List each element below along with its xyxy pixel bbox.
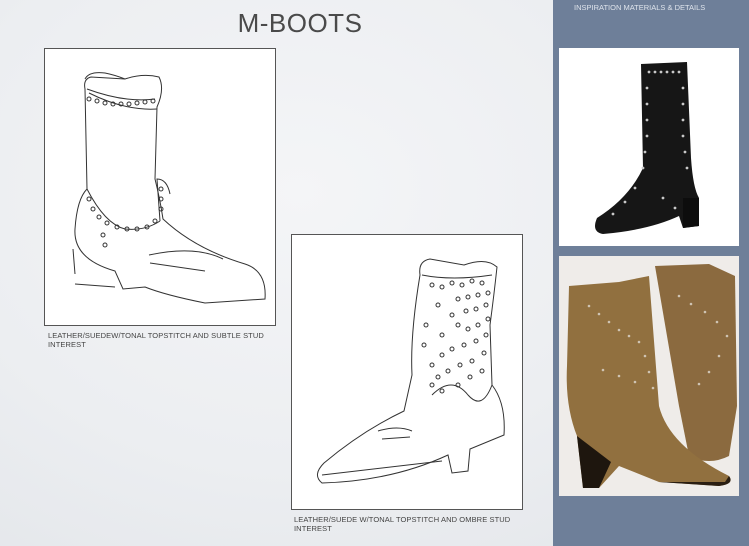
boot-sketch-2-drawing [317,258,505,484]
inspiration-panel: INSPIRATION MATERIALS & DETAILS [553,0,749,546]
black-boot-image [595,62,699,234]
inspiration-photo-black-boot [559,48,739,246]
boot-sketch-1 [44,48,276,326]
sketch-2-caption: LEATHER/SUEDE W/TONAL TOPSTITCH AND OMBR… [294,515,511,533]
inspiration-photo-tan-boots [559,256,739,496]
page-title: M-BOOTS [237,8,363,38]
boot-sketch-2 [291,234,523,510]
boot-sketch-1-drawing [72,72,266,304]
tan-boots-image [566,264,737,488]
sketch-1-caption: LEATHER/SUEDEW/TONAL TOPSTITCH AND SUBTL… [48,331,264,349]
inspiration-title: INSPIRATION MATERIALS & DETAILS [574,3,706,12]
